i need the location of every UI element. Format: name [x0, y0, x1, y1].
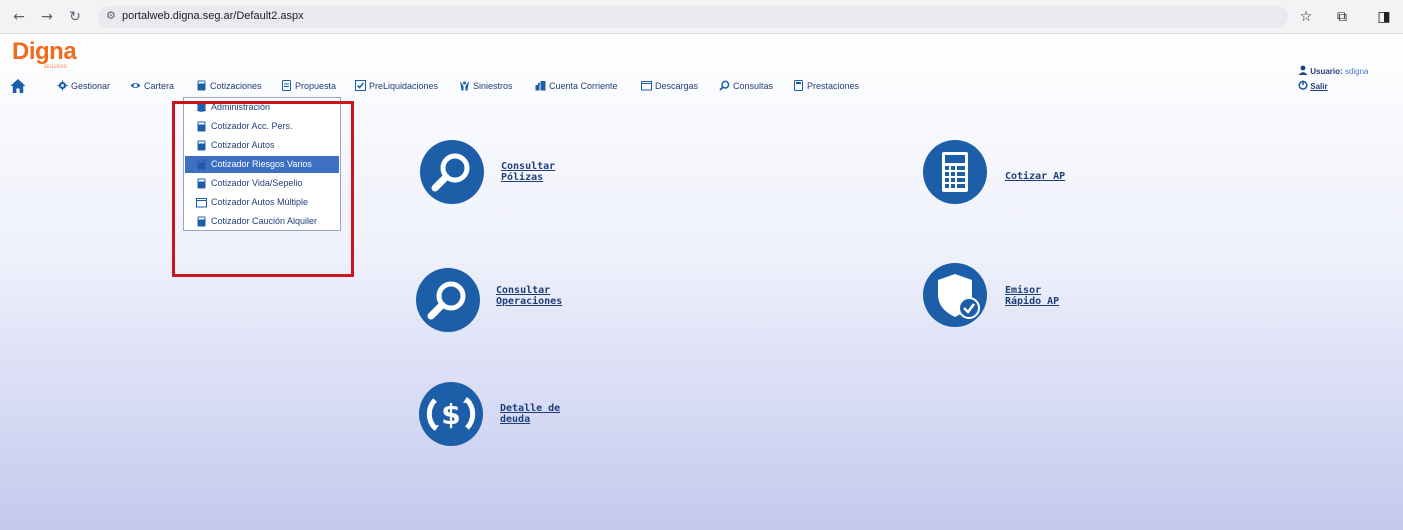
- tile-label-line: Emisor: [1005, 285, 1042, 296]
- gear-icon: [57, 80, 68, 91]
- shield-check-icon[interactable]: [923, 263, 987, 327]
- menu-prestaciones[interactable]: Prestaciones: [793, 79, 859, 93]
- bookmark-star-icon[interactable]: ☆: [1297, 8, 1315, 26]
- menu-label: Descargas: [655, 81, 699, 91]
- tile-label-line: Rápido AP: [1005, 296, 1060, 307]
- tile-label-line: Consultar: [496, 285, 551, 296]
- tile-cotizar-ap[interactable]: Cotizar AP: [923, 140, 1093, 206]
- search-icon: [719, 80, 730, 91]
- tile-label-line: deuda: [500, 414, 531, 425]
- highlight-annotation: [172, 101, 354, 277]
- site-info-icon[interactable]: ⚙: [106, 9, 116, 22]
- tile-detalle-deuda[interactable]: $ Detalle de deuda: [419, 382, 589, 448]
- tile-label[interactable]: Cotizar AP: [1005, 171, 1065, 182]
- url-text: portalweb.digna.seg.ar/Default2.aspx: [122, 10, 304, 22]
- menu-label: Siniestros: [473, 81, 513, 91]
- menu-label: Cartera: [144, 81, 175, 91]
- tile-consultar-operaciones[interactable]: Consultar Operaciones: [416, 268, 596, 334]
- forward-icon[interactable]: →: [38, 8, 56, 26]
- page-body: Digna SEGUROS Usuario: sdigna Salir Gest…: [0, 35, 1403, 530]
- eye-icon: [130, 83, 141, 88]
- menu-cartera[interactable]: Cartera: [130, 79, 174, 93]
- home-icon[interactable]: [10, 78, 26, 94]
- money-stack-icon: [535, 81, 546, 91]
- menu-consultas[interactable]: Consultas: [719, 79, 773, 93]
- menu-label: Gestionar: [71, 81, 111, 91]
- digna-logo[interactable]: Digna: [12, 38, 77, 66]
- menu-label: Cuenta Corriente: [549, 81, 618, 91]
- checklist-icon: [355, 80, 366, 91]
- menu-cotizaciones[interactable]: Cotizaciones: [196, 79, 262, 93]
- hands-icon: [460, 81, 469, 91]
- tile-label-line: Detalle de: [500, 403, 561, 414]
- calculator-icon: [197, 80, 206, 91]
- tile-label[interactable]: Detalle de deuda: [500, 403, 560, 425]
- main-menu: Gestionar Cartera Cotizaciones Propuesta…: [0, 75, 1403, 95]
- tile-label-line: Consultar: [501, 161, 556, 172]
- tile-emisor-rapido-ap[interactable]: Emisor Rápido AP: [923, 263, 1093, 329]
- calculator-outline-icon: [794, 80, 803, 91]
- tile-label[interactable]: Consultar Operaciones: [496, 285, 562, 307]
- tile-label-line: Pólizas: [501, 172, 544, 183]
- menu-descargas[interactable]: Descargas: [641, 79, 698, 93]
- menu-preliquidaciones[interactable]: PreLiquidaciones: [355, 79, 438, 93]
- search-icon[interactable]: [420, 140, 484, 204]
- reload-icon[interactable]: ↻: [66, 8, 84, 26]
- document-icon: [282, 80, 291, 91]
- user-icon: [1298, 65, 1308, 75]
- menu-label: Consultas: [733, 81, 774, 91]
- menu-label: Cotizaciones: [210, 81, 262, 91]
- search-icon[interactable]: [416, 268, 480, 332]
- side-panel-icon[interactable]: ◨: [1375, 8, 1393, 26]
- extensions-icon[interactable]: ⧉: [1333, 8, 1351, 26]
- menu-propuesta[interactable]: Propuesta: [281, 79, 336, 93]
- tile-label[interactable]: Consultar Pólizas: [501, 161, 555, 183]
- folder-icon: [641, 81, 652, 91]
- svg-text:$: $: [441, 398, 460, 431]
- back-icon[interactable]: ←: [10, 8, 28, 26]
- menu-label: Prestaciones: [807, 81, 860, 91]
- menu-label: PreLiquidaciones: [369, 81, 439, 91]
- money-cycle-icon[interactable]: $: [419, 382, 483, 446]
- menu-cuenta-corriente[interactable]: Cuenta Corriente: [535, 79, 618, 93]
- calculator-icon[interactable]: [923, 140, 987, 204]
- tile-consultar-polizas[interactable]: Consultar Pólizas: [420, 140, 590, 206]
- tile-label-line: Cotizar AP: [1005, 171, 1066, 182]
- menu-label: Propuesta: [295, 81, 337, 91]
- browser-toolbar: ← → ↻ ⚙ portalweb.digna.seg.ar/Default2.…: [0, 0, 1403, 34]
- address-bar[interactable]: ⚙ portalweb.digna.seg.ar/Default2.aspx: [98, 6, 1288, 28]
- menu-gestionar[interactable]: Gestionar: [57, 79, 110, 93]
- logo-subtitle: SEGUROS: [44, 64, 68, 69]
- tile-label-line: Operaciones: [496, 296, 563, 307]
- tile-label[interactable]: Emisor Rápido AP: [1005, 285, 1059, 307]
- menu-siniestros[interactable]: Siniestros: [459, 79, 513, 93]
